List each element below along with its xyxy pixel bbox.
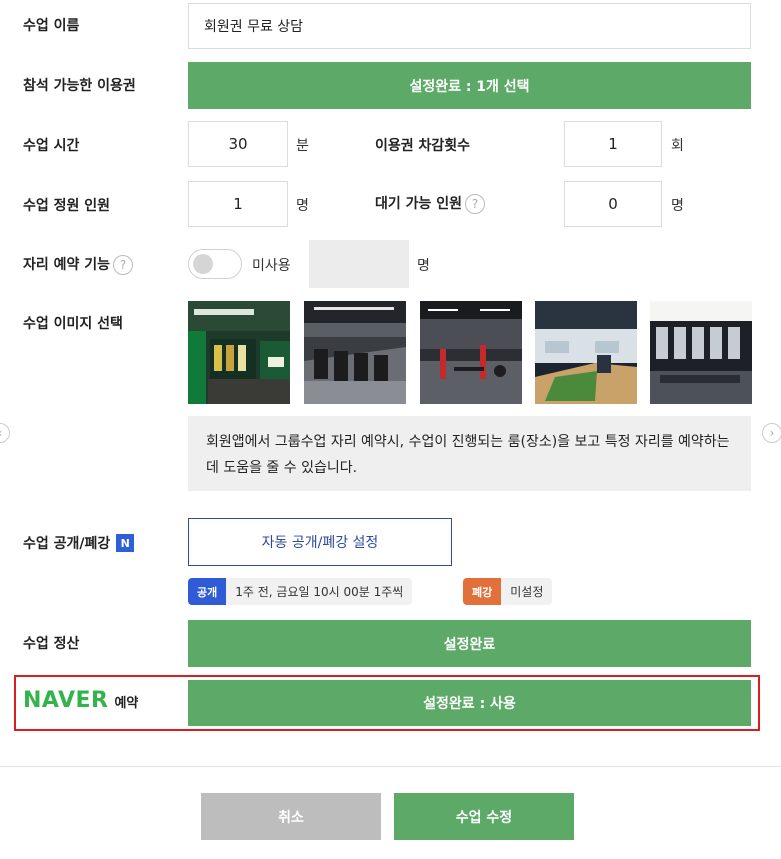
image-thumb-1[interactable] <box>188 301 290 404</box>
waitlist-label: 대기 가능 인원 <box>375 196 463 212</box>
open-text: 1주 전, 금요일 10시 00분 1주씩 <box>226 578 413 605</box>
duration-label: 수업 시간 <box>23 138 80 154</box>
image-thumb-5[interactable] <box>650 301 752 404</box>
image-label: 수업 이미지 선택 <box>23 316 123 332</box>
footer-divider <box>0 766 781 767</box>
settlement-button[interactable]: 설정완료 <box>188 620 751 667</box>
class-name-label: 수업 이름 <box>23 18 80 34</box>
capacity-label: 수업 정원 인원 <box>23 198 111 214</box>
seat-label: 자리 예약 기능 <box>23 257 111 273</box>
naver-label-row: NAVER 예약 <box>23 688 138 713</box>
naver-n-icon: N <box>116 534 135 552</box>
prev-arrow-icon[interactable]: ‹ <box>0 423 10 443</box>
submit-button[interactable]: 수업 수정 <box>394 793 574 840</box>
waitlist-unit: 명 <box>671 198 684 214</box>
close-tag: 폐강 <box>463 578 502 605</box>
cancel-button[interactable]: 취소 <box>201 793 381 840</box>
waitlist-label-row: 대기 가능 인원? <box>375 193 486 214</box>
capacity-input[interactable]: 1 <box>188 181 288 227</box>
seat-unit: 명 <box>417 258 430 274</box>
naver-reservation-button[interactable]: 설정완료 : 사용 <box>188 680 751 726</box>
toggle-knob <box>193 254 213 274</box>
image-thumb-4[interactable] <box>535 301 637 404</box>
auto-visibility-button[interactable]: 자동 공개/폐강 설정 <box>188 518 452 566</box>
image-thumb-2[interactable] <box>304 301 406 404</box>
deduct-unit: 회 <box>671 138 684 154</box>
open-tag: 공개 <box>188 578 227 605</box>
seat-toggle-switch[interactable] <box>188 249 242 279</box>
capacity-unit: 명 <box>296 198 309 214</box>
visibility-label-row: 수업 공개/폐강 N <box>23 533 135 553</box>
image-note: 회원앱에서 그룹수업 자리 예약시, 수업이 진행되는 룸(장소)을 보고 특정… <box>188 416 751 491</box>
deduct-input[interactable]: 1 <box>564 121 662 167</box>
seat-count-input[interactable] <box>309 240 409 288</box>
visibility-label: 수업 공개/폐강 <box>23 536 111 552</box>
help-icon[interactable]: ? <box>113 255 134 275</box>
naver-suffix: 예약 <box>114 696 139 711</box>
deduct-label: 이용권 차감횟수 <box>375 138 471 154</box>
close-schedule-chip: 폐강 미설정 <box>463 578 553 605</box>
duration-unit: 분 <box>296 138 309 154</box>
close-text: 미설정 <box>501 578 553 605</box>
image-thumb-3[interactable] <box>420 301 522 404</box>
seat-label-row: 자리 예약 기능? <box>23 254 134 275</box>
seat-toggle-text: 미사용 <box>252 258 291 274</box>
tickets-label: 참석 가능한 이용권 <box>23 78 136 94</box>
tickets-button[interactable]: 설정완료 : 1개 선택 <box>188 62 751 109</box>
waitlist-input[interactable]: 0 <box>564 181 662 227</box>
help-icon[interactable]: ? <box>465 194 486 214</box>
next-arrow-icon[interactable]: › <box>762 423 781 443</box>
class-name-input[interactable]: 회원권 무료 상담 <box>188 3 751 49</box>
open-schedule-chip: 공개 1주 전, 금요일 10시 00분 1주씩 <box>188 578 413 605</box>
settlement-label: 수업 정산 <box>23 636 80 652</box>
naver-logo: NAVER <box>23 688 109 713</box>
duration-input[interactable]: 30 <box>188 121 288 167</box>
